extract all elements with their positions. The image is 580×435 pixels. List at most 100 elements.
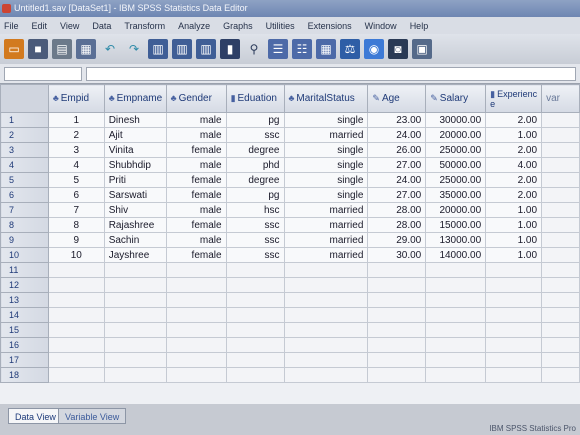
empty-cell[interactable] [165, 292, 227, 308]
empty-cell[interactable] [425, 307, 487, 323]
cell-reference-field[interactable] [4, 67, 82, 81]
variables-icon[interactable]: ▥ [196, 39, 216, 59]
empty-cell[interactable] [103, 307, 167, 323]
menu-help[interactable]: Help [410, 21, 429, 31]
cell-salary[interactable]: 20000.00 [425, 127, 487, 143]
insert-variable-icon[interactable]: ☷ [292, 39, 312, 59]
cell-maritalstatus[interactable]: single [283, 172, 369, 188]
empty-cell[interactable] [225, 277, 285, 293]
cell-salary[interactable]: 20000.00 [425, 202, 487, 218]
dialog-recall-icon[interactable]: ▦ [76, 39, 96, 59]
cell-maritalstatus[interactable]: single [283, 112, 369, 128]
empty-cell[interactable] [425, 322, 487, 338]
row-number[interactable]: 14 [0, 307, 49, 323]
row-number[interactable]: 11 [0, 262, 49, 278]
empty-cell[interactable] [225, 292, 285, 308]
empty-cell[interactable] [283, 277, 369, 293]
empty-cell[interactable] [225, 262, 285, 278]
empty-cell[interactable] [165, 277, 227, 293]
column-header-experience[interactable]: ▮ Experienc e [485, 84, 543, 113]
cell-empid[interactable]: 1 [47, 112, 105, 128]
column-header-salary[interactable]: ✎ Salary [425, 84, 487, 113]
empty-cell[interactable] [47, 322, 105, 338]
cell-maritalstatus[interactable]: single [283, 142, 369, 158]
cell-experience[interactable]: 1.00 [485, 217, 543, 233]
empty-cell[interactable] [225, 322, 285, 338]
value-labels-icon[interactable]: ◙ [388, 39, 408, 59]
empty-cell[interactable] [47, 292, 105, 308]
cell-empid[interactable]: 8 [47, 217, 105, 233]
weight-cases-icon[interactable]: ⚖ [340, 39, 360, 59]
use-sets-icon[interactable]: ▣ [412, 39, 432, 59]
cell-experience[interactable]: 2.00 [485, 172, 543, 188]
empty-cell[interactable] [283, 367, 369, 383]
cell-age[interactable]: 27.00 [367, 187, 427, 203]
cell-empname[interactable]: Shiv [103, 202, 167, 218]
cell-experience[interactable]: 1.00 [485, 127, 543, 143]
empty-cell[interactable] [485, 262, 543, 278]
row-number[interactable]: 6 [0, 187, 49, 203]
open-icon[interactable]: ▭ [4, 39, 24, 59]
empty-cell[interactable] [367, 292, 427, 308]
cell-empid[interactable]: 6 [47, 187, 105, 203]
empty-cell[interactable] [425, 352, 487, 368]
row-number[interactable]: 8 [0, 217, 49, 233]
cell-experience[interactable]: 2.00 [485, 112, 543, 128]
empty-cell[interactable] [541, 367, 580, 383]
cell-gender[interactable]: male [165, 157, 227, 173]
cell-value-field[interactable] [86, 67, 576, 81]
cell-eduation[interactable]: hsc [225, 202, 285, 218]
column-header-empid[interactable]: ♣ Empid [47, 84, 105, 113]
empty-cell[interactable] [47, 367, 105, 383]
menu-analyze[interactable]: Analyze [178, 21, 210, 31]
column-header-gender[interactable]: ♣ Gender [165, 84, 227, 113]
goto-variable-icon[interactable]: ▥ [172, 39, 192, 59]
goto-case-icon[interactable]: ▥ [148, 39, 168, 59]
empty-cell[interactable] [283, 352, 369, 368]
cell-salary[interactable]: 50000.00 [425, 157, 487, 173]
cell-gender[interactable]: male [165, 202, 227, 218]
row-number[interactable]: 4 [0, 157, 49, 173]
row-number[interactable]: 15 [0, 322, 49, 338]
cell-gender[interactable]: female [165, 172, 227, 188]
empty-cell[interactable] [283, 322, 369, 338]
empty-cell[interactable] [485, 292, 543, 308]
empty-cell[interactable] [541, 157, 580, 173]
menu-data[interactable]: Data [92, 21, 111, 31]
select-cases-icon[interactable]: ◉ [364, 39, 384, 59]
row-number[interactable]: 12 [0, 277, 49, 293]
empty-cell[interactable] [541, 202, 580, 218]
row-number[interactable]: 1 [0, 112, 49, 128]
cell-experience[interactable]: 4.00 [485, 157, 543, 173]
cell-experience[interactable]: 1.00 [485, 202, 543, 218]
empty-cell[interactable] [103, 352, 167, 368]
cell-empname[interactable]: Sachin [103, 232, 167, 248]
empty-cell[interactable] [103, 277, 167, 293]
empty-cell[interactable] [103, 322, 167, 338]
cell-gender[interactable]: male [165, 112, 227, 128]
cell-empid[interactable]: 7 [47, 202, 105, 218]
empty-cell[interactable] [47, 307, 105, 323]
cell-age[interactable]: 30.00 [367, 247, 427, 263]
row-number[interactable]: 13 [0, 292, 49, 308]
cell-empid[interactable]: 10 [47, 247, 105, 263]
save-icon[interactable]: ■ [28, 39, 48, 59]
column-header-age[interactable]: ✎ Age [367, 84, 427, 113]
menu-graphs[interactable]: Graphs [223, 21, 253, 31]
cell-salary[interactable]: 25000.00 [425, 172, 487, 188]
empty-cell[interactable] [485, 307, 543, 323]
grid-corner[interactable] [0, 84, 49, 113]
empty-cell[interactable] [541, 127, 580, 143]
empty-cell[interactable] [541, 337, 580, 353]
cell-gender[interactable]: female [165, 187, 227, 203]
cell-salary[interactable]: 25000.00 [425, 142, 487, 158]
tab-variable-view[interactable]: Variable View [58, 408, 127, 424]
column-header-var[interactable]: var [541, 84, 580, 113]
cell-salary[interactable]: 30000.00 [425, 112, 487, 128]
cell-age[interactable]: 27.00 [367, 157, 427, 173]
menu-extensions[interactable]: Extensions [308, 21, 352, 31]
row-number[interactable]: 9 [0, 232, 49, 248]
cell-empname[interactable]: Dinesh [103, 112, 167, 128]
empty-cell[interactable] [165, 337, 227, 353]
row-number[interactable]: 2 [0, 127, 49, 143]
